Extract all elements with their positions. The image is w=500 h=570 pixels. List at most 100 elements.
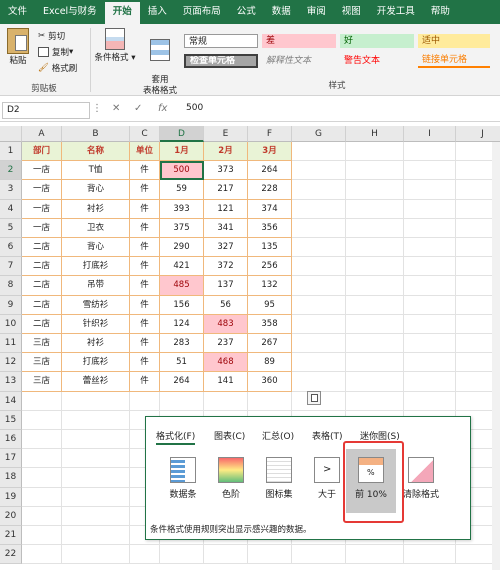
row-header-20[interactable]: 20: [0, 506, 22, 526]
table-cell[interactable]: 141: [204, 372, 248, 392]
cell[interactable]: [292, 353, 346, 373]
copy-button[interactable]: 复制 ▾: [38, 46, 73, 58]
table-header-cell[interactable]: 名称: [62, 142, 130, 162]
table-cell[interactable]: 264: [248, 161, 292, 181]
table-cell[interactable]: 290: [160, 238, 204, 258]
select-all-corner[interactable]: [0, 126, 22, 142]
table-cell[interactable]: 一店: [22, 199, 62, 219]
row-header-4[interactable]: 4: [0, 199, 22, 219]
qa-tab-charts[interactable]: 图表(C): [214, 429, 245, 442]
table-cell[interactable]: 468: [204, 353, 248, 373]
row-header-14[interactable]: 14: [0, 391, 22, 411]
table-cell[interactable]: 二店: [22, 257, 62, 277]
table-cell[interactable]: 375: [160, 218, 204, 238]
cell[interactable]: [404, 545, 456, 565]
style-explanatory[interactable]: 解释性文本: [262, 54, 336, 68]
cell[interactable]: [22, 449, 62, 469]
cell[interactable]: [346, 545, 404, 565]
tab-home[interactable]: 开始: [104, 2, 140, 24]
cell[interactable]: [346, 353, 404, 373]
row-header-13[interactable]: 13: [0, 372, 22, 392]
cell[interactable]: [204, 545, 248, 565]
cell[interactable]: [404, 238, 456, 258]
tab-review[interactable]: 审阅: [299, 0, 334, 24]
table-cell[interactable]: 背心: [62, 180, 130, 200]
table-cell[interactable]: 121: [204, 199, 248, 219]
table-cell[interactable]: 件: [130, 276, 160, 296]
cell[interactable]: [346, 161, 404, 181]
qa-tab-totals[interactable]: 汇总(O): [262, 429, 294, 442]
cell[interactable]: [62, 526, 130, 546]
insert-function-icon[interactable]: fx: [158, 103, 167, 114]
cell[interactable]: [292, 545, 346, 565]
table-cell[interactable]: 156: [160, 295, 204, 315]
table-cell[interactable]: 件: [130, 180, 160, 200]
cell[interactable]: [404, 161, 456, 181]
table-cell[interactable]: 件: [130, 199, 160, 219]
row-header-15[interactable]: 15: [0, 410, 22, 430]
table-cell[interactable]: 背心: [62, 238, 130, 258]
table-header-cell[interactable]: 2月: [204, 142, 248, 162]
cell[interactable]: [62, 468, 130, 488]
table-cell[interactable]: 件: [130, 314, 160, 334]
table-cell[interactable]: 132: [248, 276, 292, 296]
tab-page-layout[interactable]: 页面布局: [175, 0, 229, 24]
cell[interactable]: [404, 199, 456, 219]
cell[interactable]: [346, 391, 404, 411]
cell[interactable]: [22, 526, 62, 546]
table-cell[interactable]: 51: [160, 353, 204, 373]
cell[interactable]: [404, 142, 456, 162]
tab-excel-finance[interactable]: Excel与财务: [35, 0, 105, 24]
table-cell[interactable]: 衬衫: [62, 334, 130, 354]
cell[interactable]: [404, 314, 456, 334]
cell[interactable]: [62, 506, 130, 526]
table-cell[interactable]: 217: [204, 180, 248, 200]
cell[interactable]: [292, 218, 346, 238]
cell[interactable]: [292, 295, 346, 315]
style-warning[interactable]: 警告文本: [340, 54, 414, 68]
cancel-icon[interactable]: ✕: [112, 103, 120, 114]
cell[interactable]: [22, 487, 62, 507]
table-cell[interactable]: 打底衫: [62, 257, 130, 277]
row-header-7[interactable]: 7: [0, 257, 22, 277]
tab-formulas[interactable]: 公式: [229, 0, 264, 24]
cell[interactable]: [346, 257, 404, 277]
table-cell[interactable]: 件: [130, 218, 160, 238]
table-cell[interactable]: 一店: [22, 180, 62, 200]
vertical-scrollbar[interactable]: [492, 142, 500, 570]
table-cell[interactable]: 二店: [22, 295, 62, 315]
row-header-8[interactable]: 8: [0, 276, 22, 296]
qa-tab-tables[interactable]: 表格(T): [312, 429, 343, 442]
column-header-a[interactable]: A: [22, 126, 62, 142]
table-cell[interactable]: 356: [248, 218, 292, 238]
cell[interactable]: [346, 372, 404, 392]
cell[interactable]: [346, 180, 404, 200]
cell[interactable]: [346, 218, 404, 238]
table-cell[interactable]: 三店: [22, 334, 62, 354]
cut-button[interactable]: ✂ 剪切: [38, 30, 65, 42]
table-cell[interactable]: 341: [204, 218, 248, 238]
table-cell[interactable]: 蕾丝衫: [62, 372, 130, 392]
cell[interactable]: [130, 545, 160, 565]
cell[interactable]: [22, 391, 62, 411]
table-cell[interactable]: 373: [204, 161, 248, 181]
table-cell[interactable]: 件: [130, 161, 160, 181]
cell[interactable]: [62, 391, 130, 411]
table-cell[interactable]: 483: [204, 314, 248, 334]
table-cell[interactable]: 一店: [22, 161, 62, 181]
tab-data[interactable]: 数据: [264, 0, 299, 24]
qa-tab-formatting[interactable]: 格式化(F): [156, 429, 196, 445]
tab-help[interactable]: 帮助: [423, 0, 458, 24]
name-box[interactable]: D2: [2, 102, 90, 119]
style-normal[interactable]: 常规: [184, 34, 258, 48]
table-cell[interactable]: 393: [160, 199, 204, 219]
style-neutral[interactable]: 适中: [418, 34, 490, 48]
table-cell[interactable]: 264: [160, 372, 204, 392]
table-cell[interactable]: 485: [160, 276, 204, 296]
table-cell[interactable]: 件: [130, 257, 160, 277]
cell[interactable]: [62, 410, 130, 430]
row-header-22[interactable]: 22: [0, 545, 22, 565]
table-header-cell[interactable]: 部门: [22, 142, 62, 162]
table-cell[interactable]: 124: [160, 314, 204, 334]
cell[interactable]: [346, 142, 404, 162]
